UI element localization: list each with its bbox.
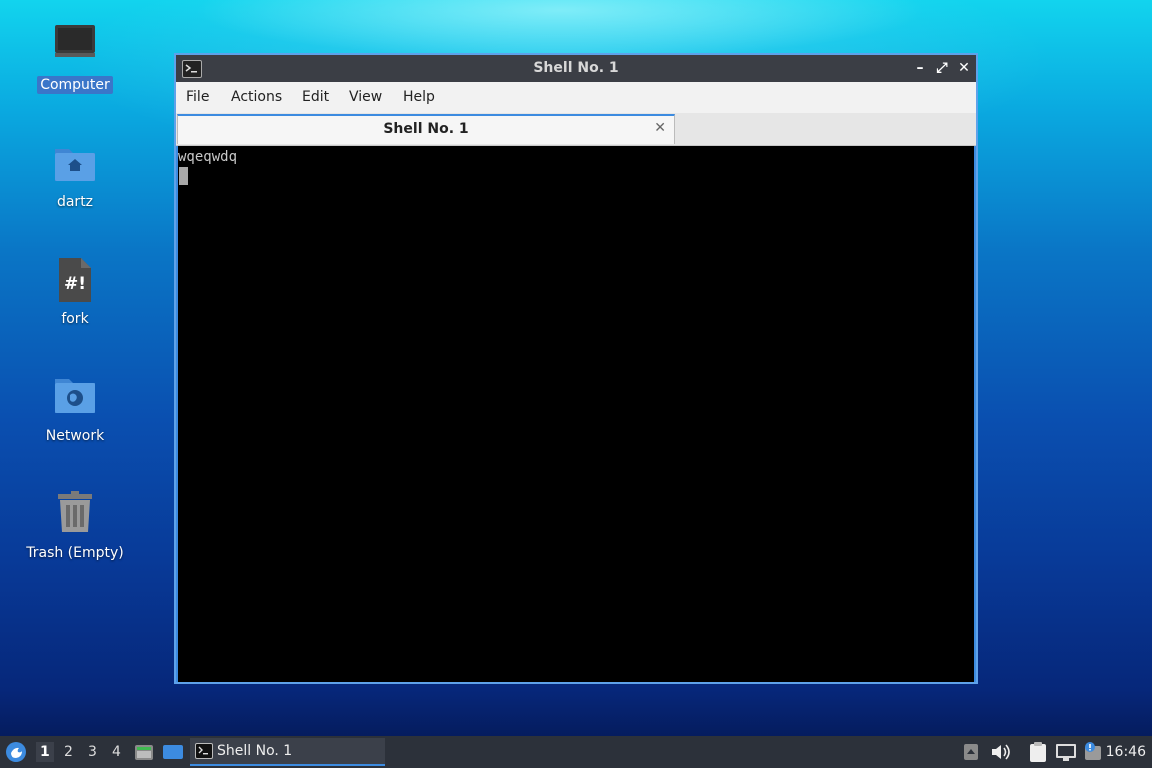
trash-icon [51,490,99,538]
terminal-cursor [179,167,188,185]
desktop-icon-fork[interactable]: #! fork [20,256,130,328]
notification-icon[interactable] [1082,741,1104,763]
workspace-2[interactable]: 2 [64,744,73,760]
show-desktop-icon[interactable] [162,742,184,762]
tab-shell-1[interactable]: Shell No. 1 ✕ [177,114,675,144]
task-shell-1[interactable]: Shell No. 1 [190,738,385,766]
window-titlebar[interactable]: Shell No. 1 – ⤢ ✕ [176,55,976,82]
desktop-icon-label: Computer [37,76,113,94]
menu-view[interactable]: View [349,89,382,105]
menu-bar: File Actions Edit View Help [176,82,976,113]
menu-edit[interactable]: Edit [302,89,329,105]
tab-label: Shell No. 1 [383,121,469,137]
volume-icon[interactable] [990,742,1012,762]
desktop-icon-label: Network [45,428,105,444]
home-folder-icon [51,139,99,187]
desktop-icon-label: Trash (Empty) [26,545,124,561]
task-label: Shell No. 1 [217,743,293,759]
desktop-icon-label: dartz [56,194,94,210]
workspace-3[interactable]: 3 [88,744,97,760]
close-button[interactable]: ✕ [954,58,974,78]
taskbar: 1 2 3 4 Shell No. 1 16:46 [0,736,1152,768]
window-title: Shell No. 1 [533,60,619,76]
workspace-1[interactable]: 1 [36,742,54,762]
network-status-icon[interactable] [1055,742,1077,762]
terminal-window[interactable]: Shell No. 1 – ⤢ ✕ File Actions Edit View… [174,53,978,684]
clock[interactable]: 16:46 [1106,744,1146,760]
workspace-4[interactable]: 4 [112,744,121,760]
desktop-icon-dartz[interactable]: dartz [20,139,130,211]
maximize-button[interactable]: ⤢ [932,58,952,78]
menu-file[interactable]: File [186,89,209,105]
tray-arrow-icon[interactable] [963,742,979,762]
app-menu-icon[interactable] [5,741,27,763]
desktop-icon-label: fork [61,311,89,327]
clipboard-icon[interactable] [1027,741,1049,763]
tab-bar: Shell No. 1 ✕ [176,113,976,146]
tab-close-icon[interactable]: ✕ [654,120,666,136]
terminal-task-icon [195,743,213,759]
menu-actions[interactable]: Actions [231,89,282,105]
terminal-line: wqeqwdq [178,149,238,165]
desktop-icon-trash[interactable]: Trash (Empty) [20,490,130,562]
script-glyph: #! [64,274,86,294]
desktop-icon-computer[interactable]: Computer [20,22,130,94]
script-file-icon: #! [51,256,99,304]
network-folder-icon [51,373,99,421]
computer-icon [51,22,99,70]
minimize-button[interactable]: – [910,58,930,78]
menu-help[interactable]: Help [403,89,435,105]
desktop-icon-network[interactable]: Network [20,373,130,445]
terminal-output[interactable]: wqeqwdq [178,146,974,682]
file-manager-icon[interactable] [134,742,154,762]
